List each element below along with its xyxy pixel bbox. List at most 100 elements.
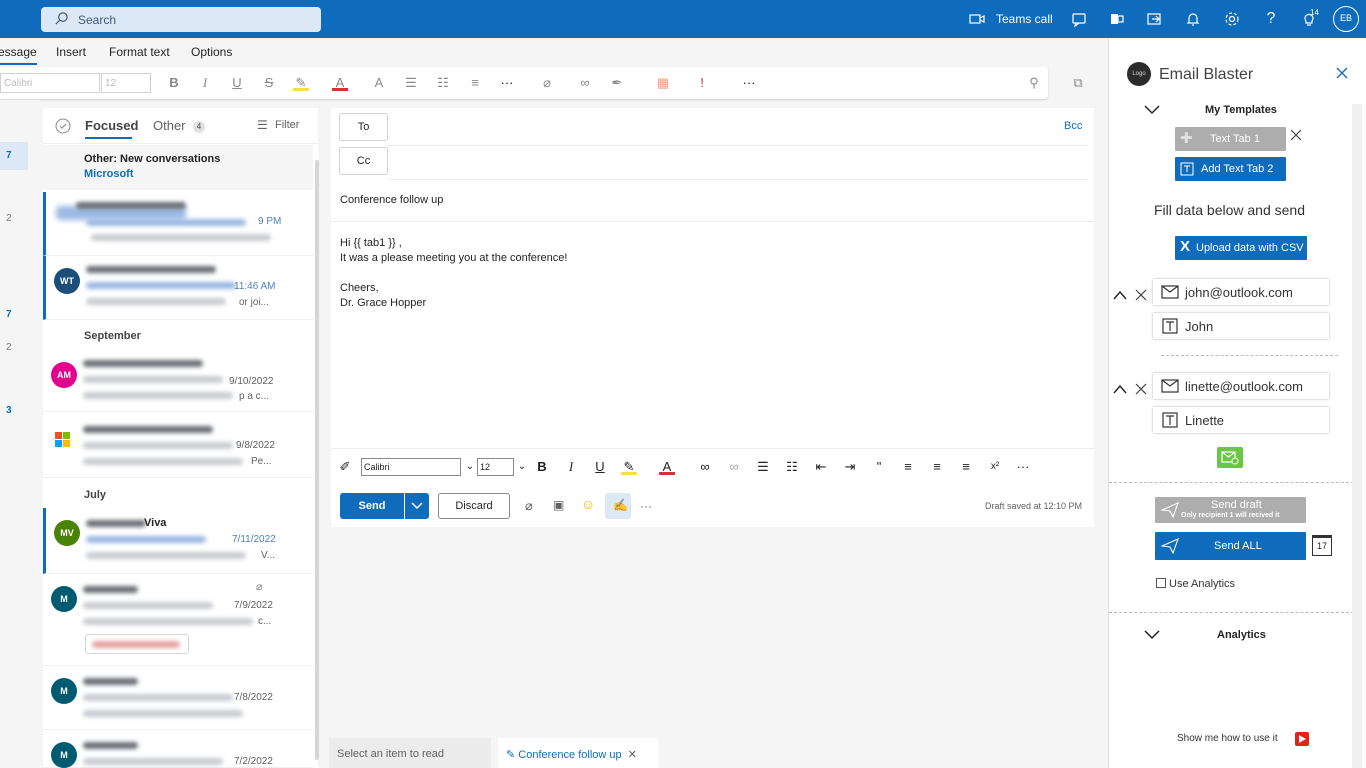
close-icon[interactable] (1335, 66, 1349, 80)
numbering-icon[interactable]: ☷ (435, 75, 451, 91)
body-editor[interactable]: Hi {{ tab1 }} , It was a please meeting … (331, 222, 1094, 452)
cc-button[interactable]: Cc (339, 147, 388, 175)
bcc-button[interactable]: Bcc (1064, 120, 1082, 132)
folder-selected[interactable] (0, 142, 28, 170)
emoji-icon[interactable]: ☺ (581, 496, 595, 512)
add-recipient-button[interactable] (1217, 447, 1243, 468)
underline-icon[interactable]: U (592, 459, 608, 475)
help-icon[interactable]: ? (1262, 10, 1280, 28)
text-tab-1-button[interactable]: ✚ Text Tab 1 (1175, 127, 1286, 151)
signature-icon[interactable]: ✒ (609, 75, 625, 91)
send-button[interactable]: Send (340, 493, 404, 519)
zoom-icon[interactable]: ⚲ (1026, 75, 1042, 91)
increase-indent-icon[interactable]: ⇥ (842, 459, 858, 475)
attach-icon[interactable]: ⌀ (525, 498, 533, 514)
chevron-down-icon[interactable] (1143, 629, 1161, 641)
popout-icon[interactable]: ⧉ (1070, 75, 1086, 91)
attach-icon[interactable]: ⌀ (539, 75, 555, 91)
numbering-icon[interactable]: ☷ (784, 459, 800, 475)
add-text-tab-button[interactable]: Add Text Tab 2 (1175, 157, 1286, 181)
gear-icon[interactable] (1223, 10, 1241, 28)
discard-button[interactable]: Discard (438, 493, 510, 519)
more-options-icon[interactable]: ··· (640, 499, 652, 513)
italic-icon[interactable]: I (563, 459, 579, 475)
search-box[interactable]: Search (41, 7, 321, 32)
link-icon[interactable]: ∞ (697, 459, 713, 475)
unlink-icon[interactable]: ∞ (726, 459, 742, 475)
select-all-icon[interactable] (55, 118, 71, 134)
close-icon[interactable] (1135, 289, 1147, 301)
list-item[interactable]: AM 9/10/2022 p a c... (43, 348, 313, 412)
importance-icon[interactable]: ! (694, 75, 710, 91)
tab-format-text[interactable]: Format text (109, 45, 170, 59)
highlight-icon[interactable]: ✎ (621, 459, 637, 475)
recipient-name-field[interactable]: Linette (1153, 407, 1329, 433)
filter-button[interactable]: Filter (275, 119, 299, 131)
tab-options[interactable]: Options (191, 45, 232, 59)
youtube-icon[interactable] (1295, 732, 1309, 746)
bell-icon[interactable] (1184, 10, 1202, 28)
list-scrollbar[interactable] (315, 160, 319, 760)
panel-scrollbar[interactable] (1352, 104, 1362, 768)
use-analytics-checkbox[interactable] (1156, 578, 1166, 588)
table-icon[interactable]: ▦ (655, 75, 671, 91)
chat-icon[interactable] (1070, 10, 1088, 28)
tab-conference-draft[interactable]: ✎ Conference follow up ✕ (498, 738, 658, 768)
font-color-icon[interactable]: A (332, 75, 348, 91)
font-color-icon[interactable]: A (659, 459, 675, 475)
format-painter-icon[interactable]: ✐ (337, 459, 353, 475)
chevron-up-icon[interactable] (1113, 290, 1127, 300)
subject-field[interactable]: Conference follow up (340, 194, 443, 206)
send-draft-button[interactable]: Send draft Only recipient 1 will recived… (1155, 497, 1306, 523)
editor-icon[interactable]: ✍ (605, 493, 631, 519)
align-right-icon[interactable]: ≡ (958, 459, 974, 475)
help-link[interactable]: Show me how to use it (1177, 733, 1278, 744)
close-icon[interactable] (1290, 129, 1302, 141)
bullets-icon[interactable]: ☰ (755, 459, 771, 475)
list-item[interactable]: MV Viva 7/11/2022 V... (43, 508, 313, 574)
more-format-icon[interactable]: ··· (1015, 459, 1031, 475)
tab-other[interactable]: Other (153, 118, 186, 133)
tab-message[interactable]: essage (0, 45, 37, 65)
tab-reading-pane[interactable]: Select an item to read (329, 738, 491, 768)
list-item[interactable]: WT 11:46 AM or joi... (43, 256, 313, 320)
styles-icon[interactable]: A (371, 75, 387, 91)
italic-icon[interactable]: I (197, 75, 213, 91)
close-icon[interactable] (1135, 383, 1147, 395)
decrease-indent-icon[interactable]: ⇤ (813, 459, 829, 475)
list-item[interactable]: 9 PM (43, 192, 313, 256)
recipient-email-field[interactable]: john@outlook.com (1153, 279, 1329, 305)
bold-icon[interactable]: B (166, 75, 182, 91)
attachment-preview[interactable] (85, 634, 189, 654)
upload-csv-button[interactable]: X Upload data with CSV (1175, 236, 1307, 260)
teams-call-button[interactable]: Teams call (996, 12, 1053, 26)
link-icon[interactable]: ∞ (577, 75, 593, 91)
recipient-name-field[interactable]: John (1153, 313, 1329, 339)
other-banner[interactable]: Other: New conversations Microsoft (43, 145, 313, 190)
video-call-icon[interactable] (968, 10, 986, 28)
recipient-email-field[interactable]: linette@outlook.com (1153, 373, 1329, 399)
office-icon[interactable] (1108, 10, 1126, 28)
chevron-up-icon[interactable] (1113, 384, 1127, 394)
align-icon[interactable]: ≡ (467, 75, 483, 91)
filter-icon[interactable]: ☰ (257, 118, 268, 132)
format-size-select[interactable]: 12 (477, 458, 514, 476)
chevron-down-icon[interactable] (1143, 104, 1161, 116)
strikethrough-icon[interactable]: S (261, 75, 277, 91)
chevron-down-icon[interactable]: ⌄ (462, 459, 478, 475)
image-icon[interactable]: ▣ (553, 498, 564, 512)
format-font-select[interactable]: Calibri (361, 458, 461, 476)
whats-new-icon[interactable] (1145, 10, 1163, 28)
font-size-select[interactable]: 12 (101, 73, 151, 93)
align-center-icon[interactable]: ≡ (929, 459, 945, 475)
superscript-icon[interactable]: x² (987, 459, 1003, 475)
avatar[interactable]: EB (1333, 6, 1359, 32)
tab-focused[interactable]: Focused (85, 118, 138, 133)
send-options-button[interactable] (404, 493, 429, 519)
highlight-icon[interactable]: ✎ (293, 75, 309, 91)
list-item[interactable]: 9/8/2022 Pe... (43, 412, 313, 478)
bullets-icon[interactable]: ☰ (403, 75, 419, 91)
bold-icon[interactable]: B (534, 459, 550, 475)
list-item[interactable]: M 7/2/2022 (43, 730, 313, 768)
font-family-select[interactable]: Calibri (0, 73, 100, 93)
